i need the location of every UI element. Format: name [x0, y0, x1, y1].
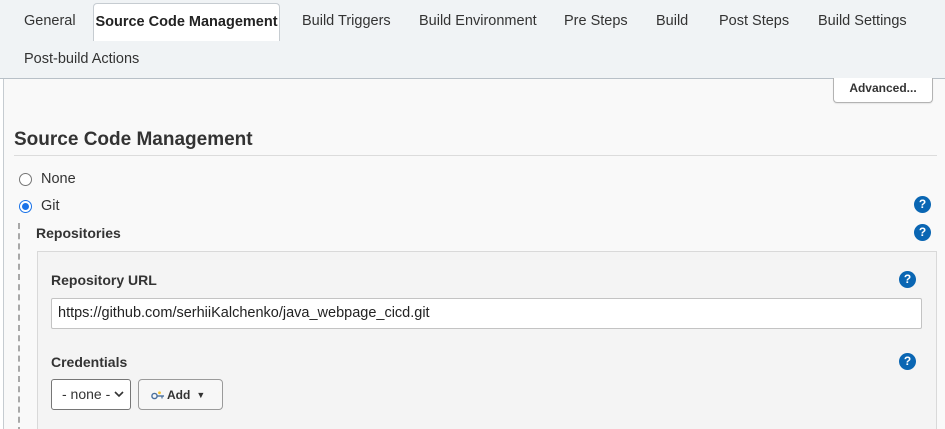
tab-post-steps[interactable]: Post Steps — [719, 3, 789, 39]
chevron-down-icon — [114, 380, 124, 421]
credentials-label: Credentials — [51, 354, 128, 370]
repository-url-label: Repository URL — [51, 272, 157, 288]
tab-build-environment[interactable]: Build Environment — [419, 3, 537, 39]
tab-build-triggers[interactable]: Build Triggers — [302, 3, 391, 39]
tab-build-settings[interactable]: Build Settings — [818, 3, 907, 39]
caret-down-icon: ▼ — [196, 389, 206, 400]
section-title: Source Code Management — [14, 129, 253, 150]
repositories-label: Repositories — [36, 225, 121, 241]
repository-url-input[interactable]: https://github.com/serhiiKalchenko/java_… — [51, 298, 922, 329]
tab-pre-steps[interactable]: Pre Steps — [564, 3, 628, 39]
tab-source-code-management[interactable]: Source Code Management — [93, 3, 280, 41]
help-icon[interactable]: ? — [899, 353, 916, 370]
scm-option-none-label: None — [41, 171, 76, 187]
credentials-select-value: - none - — [62, 386, 111, 402]
tab-post-build-actions[interactable]: Post-build Actions — [24, 41, 139, 77]
radio-none[interactable] — [19, 172, 32, 186]
tab-general[interactable]: General — [24, 3, 76, 39]
advanced-button[interactable]: Advanced... — [833, 78, 933, 103]
help-icon[interactable]: ? — [914, 196, 931, 213]
git-section-indent — [18, 223, 20, 429]
help-icon[interactable]: ? — [914, 224, 931, 241]
key-icon — [151, 390, 165, 400]
scm-option-none[interactable]: None — [19, 170, 76, 188]
radio-git[interactable] — [19, 199, 32, 213]
add-credentials-button[interactable]: Add ▼ — [138, 379, 223, 410]
config-tab-bar: General Source Code Management Build Tri… — [0, 0, 945, 79]
tab-build[interactable]: Build — [656, 3, 688, 39]
config-content: Advanced... Source Code Management None … — [3, 78, 945, 429]
credentials-select[interactable]: - none - — [51, 379, 131, 410]
add-button-label: Add — [167, 387, 191, 402]
section-divider — [14, 155, 937, 156]
help-icon[interactable]: ? — [899, 271, 916, 288]
repository-panel: Repository URL ? https://github.com/serh… — [37, 251, 937, 429]
scm-option-git-label: Git — [41, 198, 60, 214]
scm-option-git[interactable]: Git — [19, 197, 60, 215]
